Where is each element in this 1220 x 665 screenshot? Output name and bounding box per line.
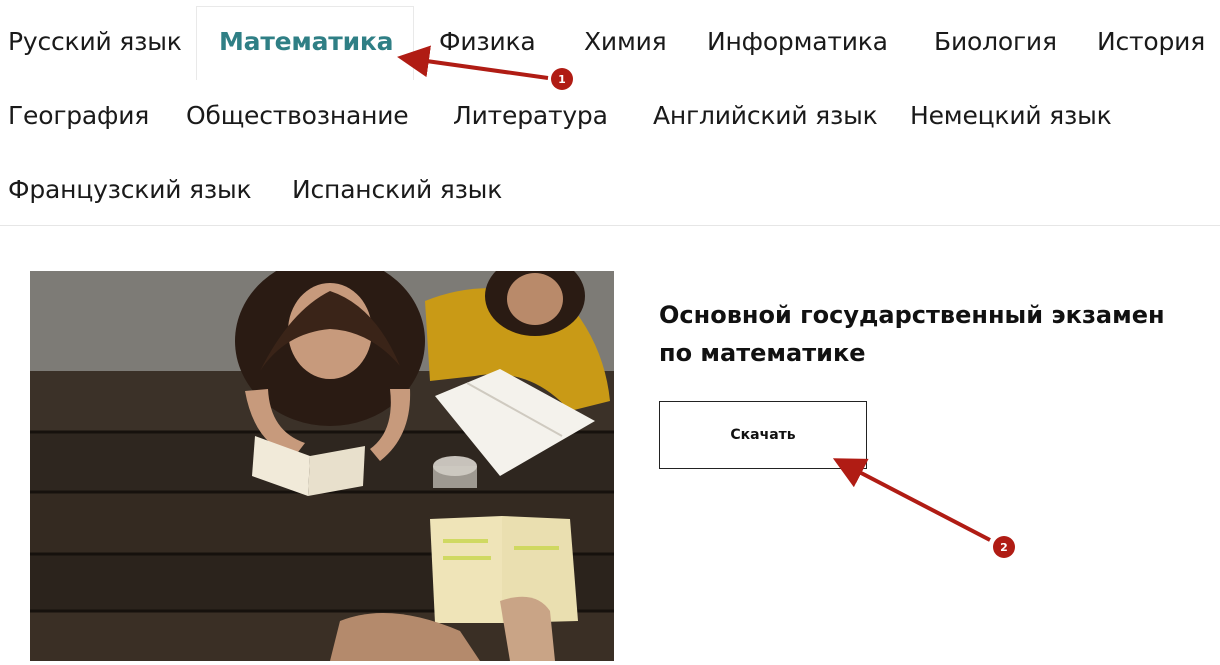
tab-literature[interactable]: Литература	[453, 101, 608, 131]
tab-german[interactable]: Немецкий язык	[910, 101, 1112, 131]
tab-spanish[interactable]: Испанский язык	[292, 175, 502, 205]
annotation-badge-2	[993, 536, 1015, 558]
tab-informatics[interactable]: Информатика	[707, 27, 888, 57]
tab-biology[interactable]: Биология	[934, 27, 1057, 57]
annotation-arrow-2	[832, 458, 991, 542]
tab-english[interactable]: Английский язык	[653, 101, 878, 131]
exam-title-line2: по математике	[659, 339, 866, 367]
tab-russian[interactable]: Русский язык	[8, 27, 182, 57]
download-button[interactable]: Скачать	[659, 401, 867, 469]
tab-math[interactable]: Математика	[219, 27, 394, 57]
tab-chemistry[interactable]: Химия	[584, 27, 667, 57]
subject-tabs: Русский язык Математика Физика Химия Инф…	[0, 0, 1220, 226]
tab-social-studies[interactable]: Обществознание	[186, 101, 409, 131]
exam-title-line1: Основной государственный экзамен	[659, 301, 1165, 329]
tab-geography[interactable]: География	[8, 101, 149, 131]
tab-history[interactable]: История	[1097, 27, 1205, 57]
tab-french[interactable]: Французский язык	[8, 175, 252, 205]
annotation-badge-2-label: 2	[1000, 541, 1008, 554]
exam-title: Основной государственный экзамен по мате…	[659, 296, 1199, 372]
tab-physics[interactable]: Физика	[439, 27, 536, 57]
students-reading-photo	[30, 271, 614, 661]
